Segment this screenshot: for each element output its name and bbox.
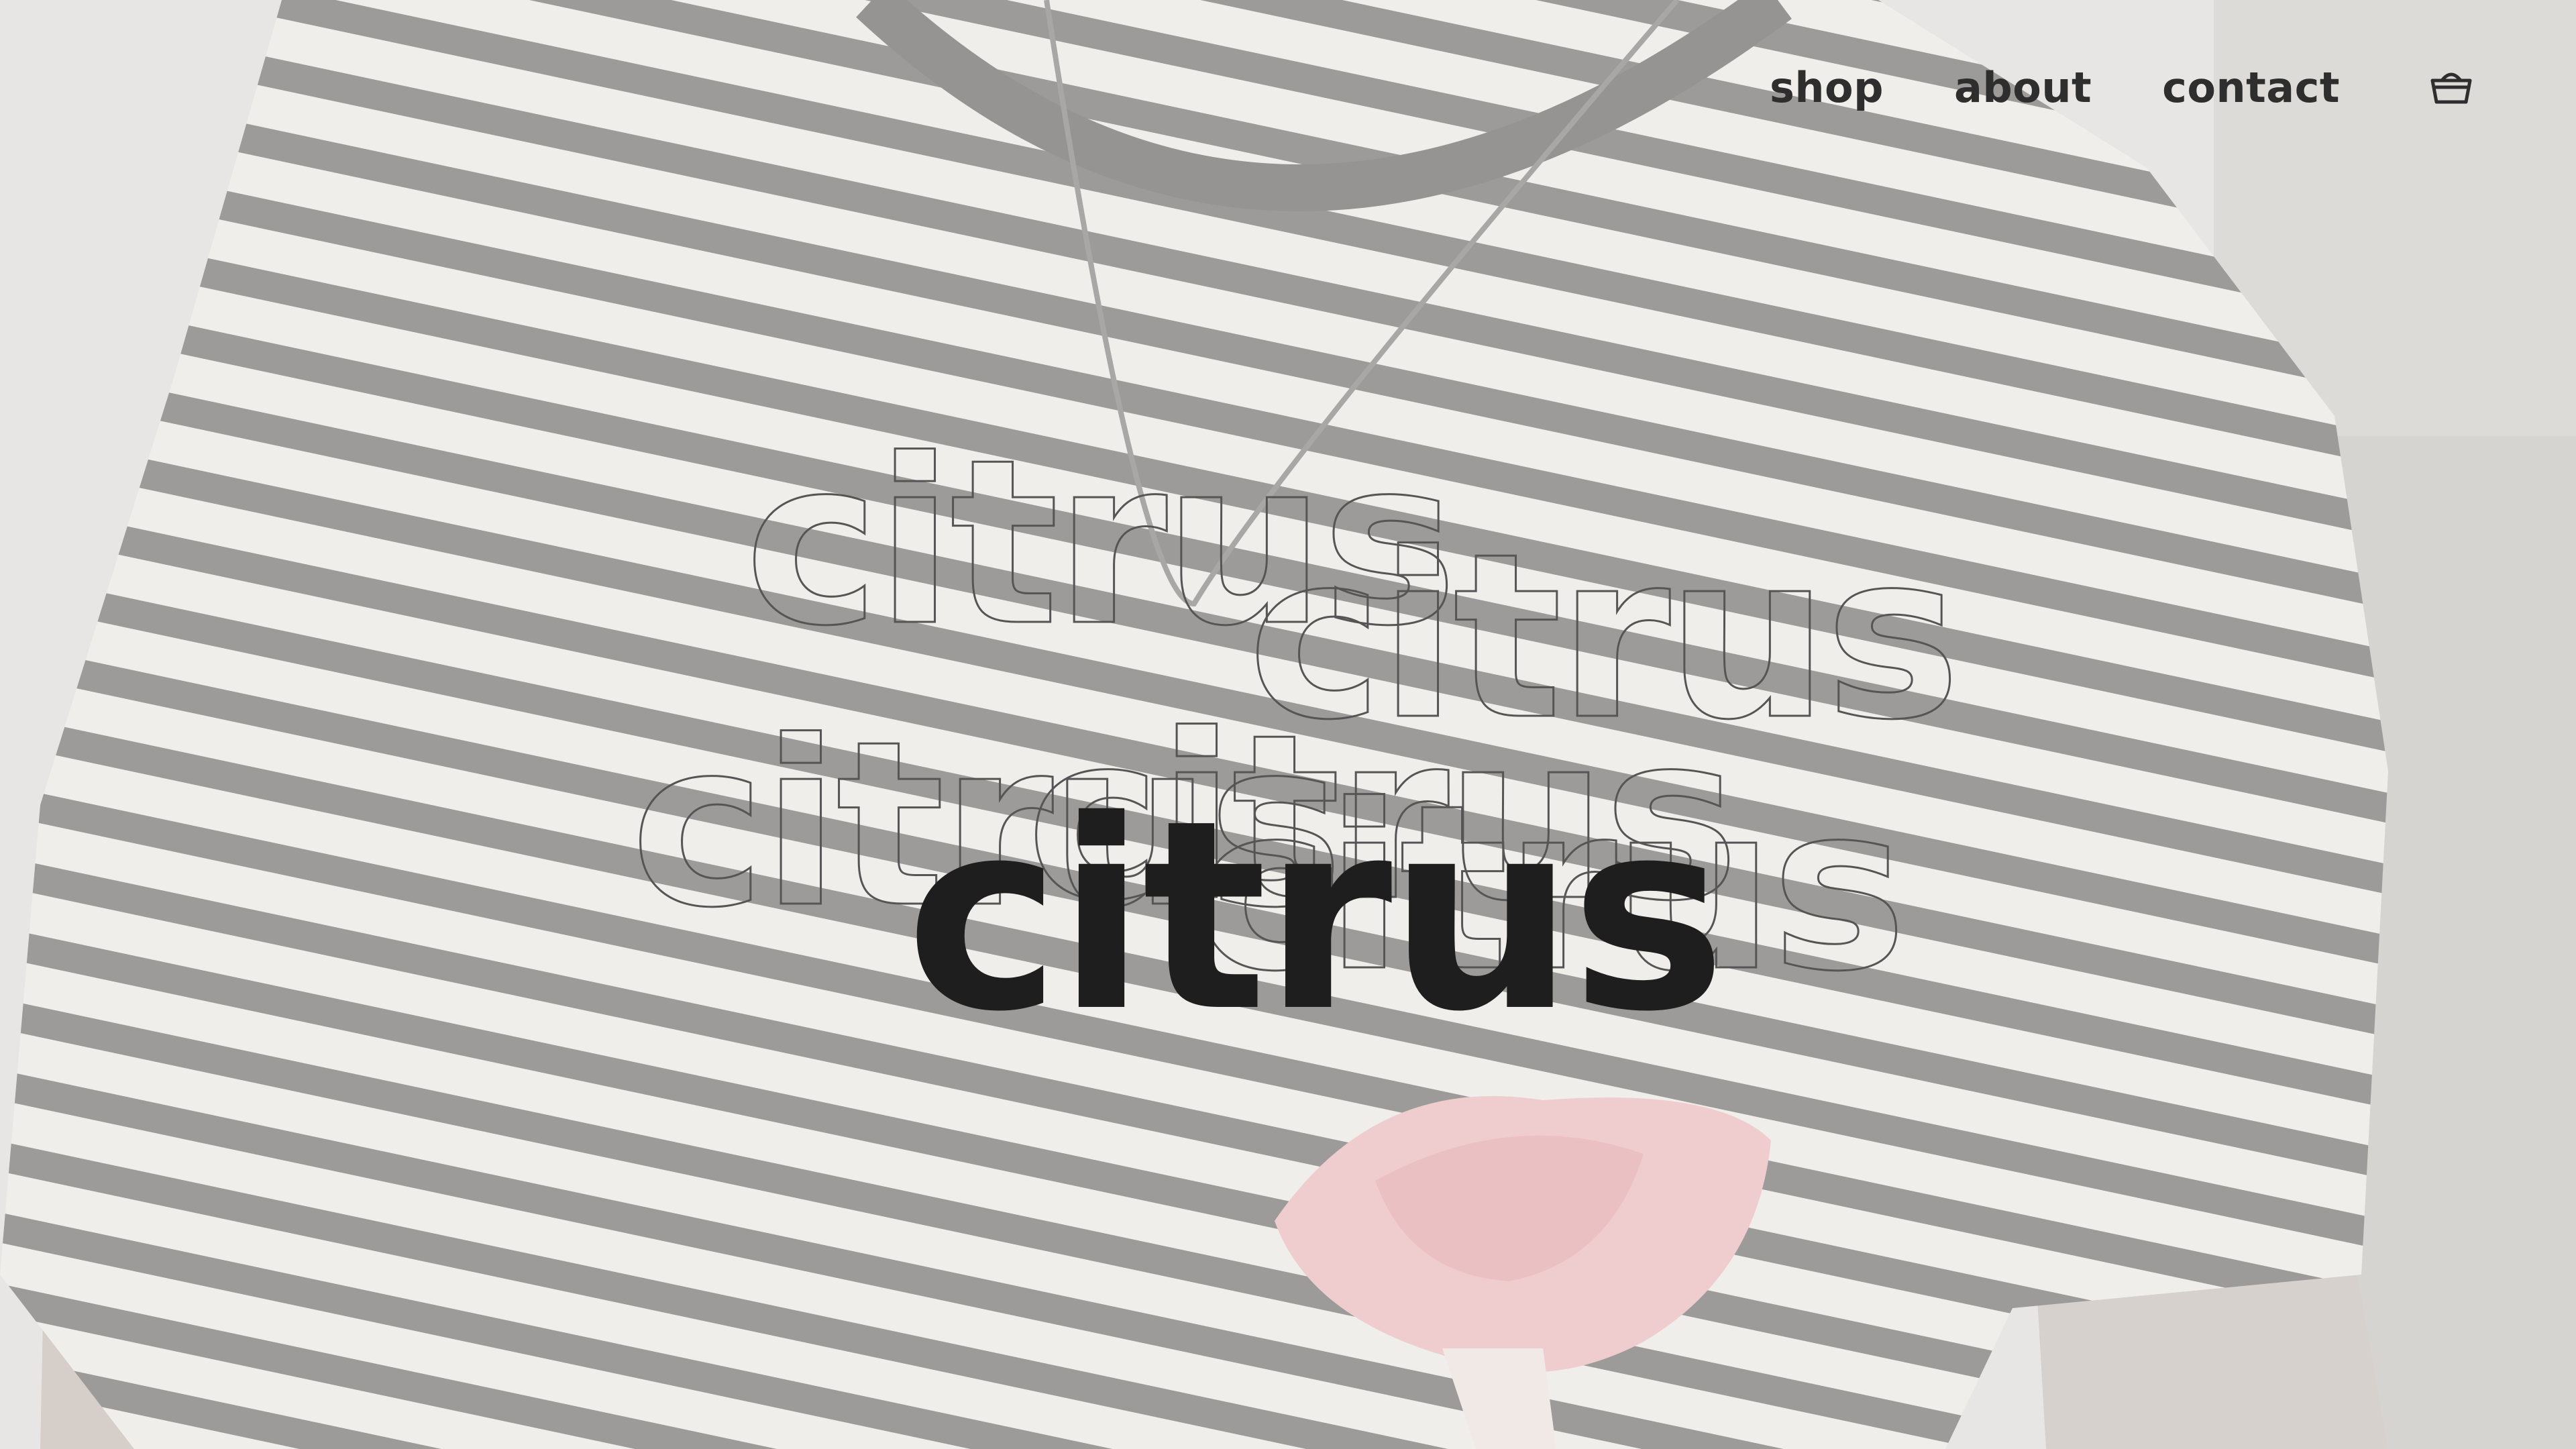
nav-link-shop[interactable]: shop [1770, 63, 1884, 112]
nav-link-about[interactable]: about [1954, 63, 2092, 112]
main-nav: shop about contact [1770, 60, 2576, 114]
nav-link-contact[interactable]: contact [2162, 63, 2340, 112]
shopping-basket-icon[interactable] [2427, 63, 2475, 111]
brand-title: citrus [906, 764, 1726, 1069]
